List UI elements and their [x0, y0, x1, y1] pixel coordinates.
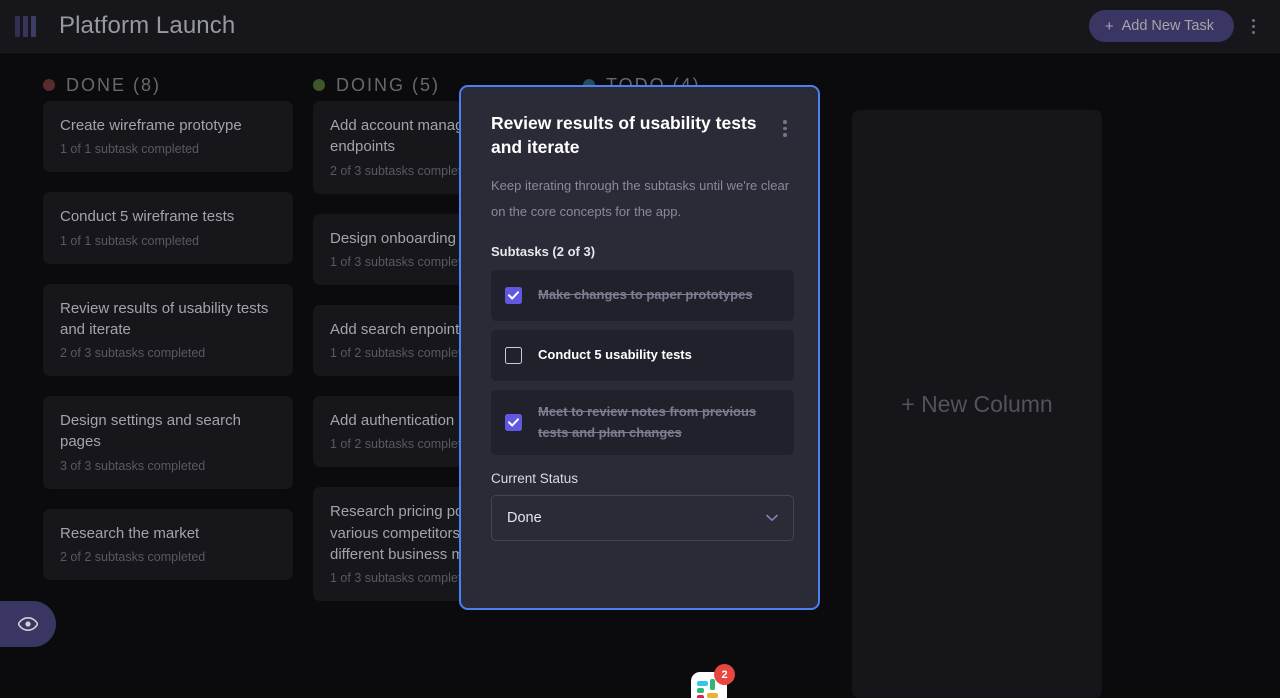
add-new-task-button[interactable]: + Add New Task — [1088, 10, 1234, 42]
modal-title: Review results of usability tests and it… — [491, 113, 757, 158]
task-title: Review results of usability tests and it… — [60, 299, 269, 338]
task-card[interactable]: Research the market 2 of 2 subtasks comp… — [43, 508, 293, 581]
subtask-checkbox-checked[interactable] — [505, 414, 522, 431]
task-subtask-count: 3 of 3 subtasks completed — [60, 458, 206, 473]
notification-badge: 2 — [714, 664, 735, 685]
task-description: Keep iterating through the subtasks unti… — [491, 178, 790, 219]
task-options-menu-icon[interactable] — [776, 111, 794, 137]
status-dot-doing — [313, 79, 325, 91]
subtasks-heading: Subtasks (2 of 3) — [491, 243, 596, 259]
current-status-label: Current Status — [491, 471, 579, 487]
subtask-item[interactable]: Make changes to paper prototypes — [491, 269, 794, 321]
show-sidebar-button[interactable] — [0, 601, 56, 647]
subtask-label: Make changes to paper prototypes — [538, 287, 753, 303]
task-subtask-count: 1 of 1 subtask completed — [60, 142, 199, 157]
subtask-label: Meet to review notes from previous tests… — [538, 403, 757, 440]
task-card[interactable]: Design settings and search pages 3 of 3 … — [43, 396, 293, 489]
column-header-done: DONE (8) — [43, 53, 293, 101]
task-detail-modal: Review results of usability tests and it… — [459, 85, 820, 610]
three-bars-logo-icon — [15, 15, 36, 37]
check-icon — [508, 291, 519, 300]
add-new-task-label: Add New Task — [1121, 18, 1214, 34]
task-card[interactable]: Create wireframe prototype 1 of 1 subtas… — [43, 101, 293, 173]
task-title: Design settings and search pages — [60, 412, 241, 451]
task-card[interactable]: Conduct 5 wireframe tests 1 of 1 subtask… — [43, 192, 293, 264]
column-title-doing: DOING (5) — [336, 74, 441, 95]
page-title: Platform Launch — [59, 12, 236, 39]
status-dropdown[interactable]: Done — [491, 495, 794, 542]
task-subtask-count: 2 of 3 subtasks completed — [60, 346, 206, 361]
task-subtask-count: 1 of 1 subtask completed — [60, 233, 199, 248]
subtask-list: Make changes to paper prototypes Conduct… — [491, 269, 794, 456]
new-column-button[interactable]: + New Column — [852, 110, 1102, 698]
new-column-label: + New Column — [901, 390, 1053, 417]
task-title: Conduct 5 wireframe tests — [60, 208, 235, 226]
status-selected-value: Done — [507, 510, 542, 527]
task-card[interactable]: Review results of usability tests and it… — [43, 283, 293, 377]
chevron-down-icon — [766, 514, 778, 522]
task-title: Create wireframe prototype — [60, 117, 242, 134]
task-subtask-count: 2 of 2 subtasks completed — [60, 550, 206, 565]
subtask-item[interactable]: Meet to review notes from previous tests… — [491, 389, 794, 456]
taskbar-app-item[interactable]: 2 — [691, 664, 735, 698]
modal-header: Review results of usability tests and it… — [491, 111, 794, 159]
kanban-app: Platform Launch + Add New Task DONE (8) … — [0, 0, 1280, 698]
task-title: Research the market — [60, 524, 200, 542]
column-title-done: DONE (8) — [66, 74, 162, 95]
app-header: Platform Launch + Add New Task — [0, 0, 1280, 53]
subtask-checkbox-unchecked[interactable] — [505, 346, 522, 364]
subtask-item[interactable]: Conduct 5 usability tests — [491, 329, 794, 381]
header-actions: + Add New Task — [1088, 10, 1280, 42]
check-icon — [508, 418, 519, 427]
status-dot-done — [43, 79, 55, 91]
subtask-label: Conduct 5 usability tests — [538, 347, 692, 363]
subtask-checkbox-checked[interactable] — [505, 286, 522, 304]
board-options-menu-icon[interactable] — [1242, 11, 1264, 41]
plus-icon: + — [1104, 17, 1114, 35]
eye-icon — [18, 617, 38, 631]
column-done: DONE (8) Create wireframe prototype 1 of… — [43, 53, 293, 600]
